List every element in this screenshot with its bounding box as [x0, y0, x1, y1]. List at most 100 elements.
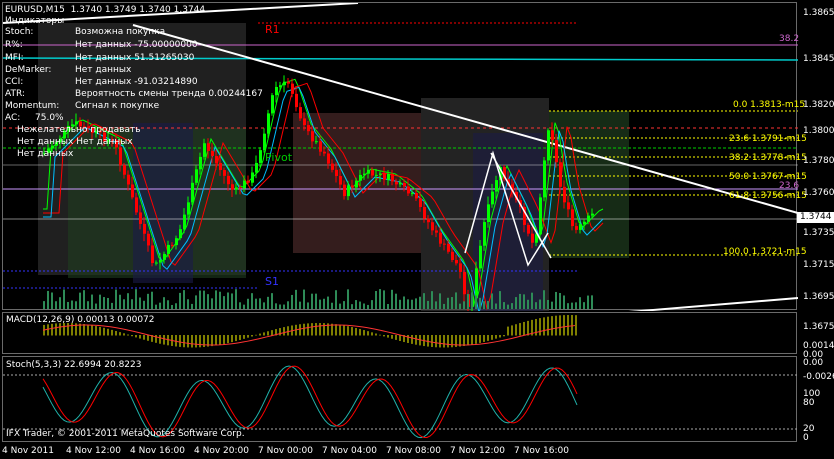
stochastic-pane[interactable]: Stoch(5,3,3) 22.6994 20.8223 IFX Trader,… [2, 356, 798, 442]
volume-bar [483, 301, 485, 309]
candle-body [311, 131, 314, 142]
indicator-value: Сигнал к покупке [75, 101, 160, 111]
macd-bar [283, 327, 285, 336]
macd-bar [575, 315, 577, 336]
volume-bar [471, 292, 473, 309]
volume-bar [495, 303, 497, 309]
macd-bar [339, 324, 341, 336]
macd-bar [139, 335, 141, 339]
macd-pane[interactable]: MACD(12,26,9) 0.00013 0.00072 [2, 312, 797, 354]
macd-bar [475, 335, 477, 344]
candle-body [391, 173, 394, 182]
volume-bar [363, 303, 365, 309]
candle-body [243, 180, 246, 189]
candle-body [407, 186, 410, 194]
volume-bar [551, 301, 553, 309]
volume-bar [455, 292, 457, 309]
volume-bar [79, 292, 81, 309]
macd-bar [543, 317, 545, 336]
volume-bar [563, 295, 565, 309]
volume-bar [531, 292, 533, 309]
macd-bar [91, 325, 93, 336]
macd-bar [495, 335, 497, 339]
candle-body [415, 193, 418, 199]
candle-body [555, 140, 558, 163]
volume-bar [255, 298, 257, 309]
volume-bar [523, 294, 525, 309]
candle-body [583, 221, 586, 225]
macd-bar [103, 327, 105, 336]
volume-bar [135, 289, 137, 309]
volume-bar [327, 296, 329, 309]
macd-bar [259, 333, 261, 336]
s1-label: S1 [265, 275, 279, 288]
fan-label-236: 23.6 [779, 181, 800, 191]
macd-bar [439, 335, 441, 348]
candle-body [319, 141, 322, 152]
candle-body [159, 259, 162, 263]
candle-body [563, 186, 566, 203]
volume-bar [379, 289, 381, 309]
volume-bar [575, 302, 577, 309]
candle-body [187, 202, 190, 215]
ohlc-values: 1.3740 1.3749 1.3740 1.3744 [70, 5, 206, 15]
macd-bar [303, 323, 305, 336]
macd-tick: 0.00 [803, 358, 824, 368]
current-price-tag: 1.3744 [797, 212, 834, 223]
chart-window[interactable]: EURUSD,M15 1.3740 1.3749 1.3740 1.3744 И… [0, 0, 834, 459]
macd-bar [51, 323, 53, 336]
macd-bar [191, 335, 193, 348]
candle-body [323, 151, 326, 154]
volume-bar [243, 304, 245, 309]
indicator-row: Stoch: [5, 27, 34, 37]
candle-body [303, 118, 306, 126]
volume-bar [367, 304, 369, 309]
candle-body [203, 143, 206, 157]
volume-bar [271, 293, 273, 309]
candle-body [139, 212, 142, 224]
r1-label: R1 [265, 23, 280, 36]
candle-body [271, 95, 274, 114]
price-tick: 1.3800 [803, 126, 834, 136]
volume-bar [443, 303, 445, 309]
macd-bar [143, 335, 145, 340]
volume-bar [507, 304, 509, 309]
candle-body [163, 253, 166, 260]
volume-bar [503, 302, 505, 309]
candle-body [575, 226, 578, 230]
volume-bar [119, 294, 121, 309]
macd-bar [267, 331, 269, 336]
volume-bar [423, 293, 425, 309]
volume-bar [51, 292, 53, 309]
advice-line: Нет данных Нет данных [17, 137, 133, 147]
macd-bar [235, 335, 237, 342]
macd-bar [507, 326, 509, 336]
price-pane[interactable]: EURUSD,M15 1.3740 1.3749 1.3740 1.3744 И… [2, 2, 807, 311]
candle-body [571, 209, 574, 227]
macd-bar [243, 335, 245, 339]
volume-bar [203, 290, 205, 309]
volume-bar [147, 293, 149, 309]
macd-bar [491, 335, 493, 340]
fibo-label-0: 0.0 1.3813-m15 [733, 100, 806, 110]
candle-body [179, 229, 182, 239]
candle-body [447, 243, 450, 252]
volume-bar [407, 299, 409, 309]
candle-body [275, 86, 278, 96]
candle-body [431, 222, 434, 231]
volume-bar [411, 299, 413, 309]
candle-body [367, 169, 370, 174]
fan-label-382: 38.2 [779, 34, 800, 44]
volume-bar [71, 300, 73, 309]
candle-body [195, 169, 198, 183]
candle-body [459, 263, 462, 272]
macd-bar [375, 333, 377, 336]
macd-bar [467, 335, 469, 346]
macd-bar [427, 335, 429, 347]
macd-bar [263, 332, 265, 336]
volume-bar [59, 297, 61, 309]
volume-bar [567, 303, 569, 309]
candle-body [347, 185, 350, 197]
volume-bar [319, 299, 321, 309]
macd-bar [435, 335, 437, 348]
